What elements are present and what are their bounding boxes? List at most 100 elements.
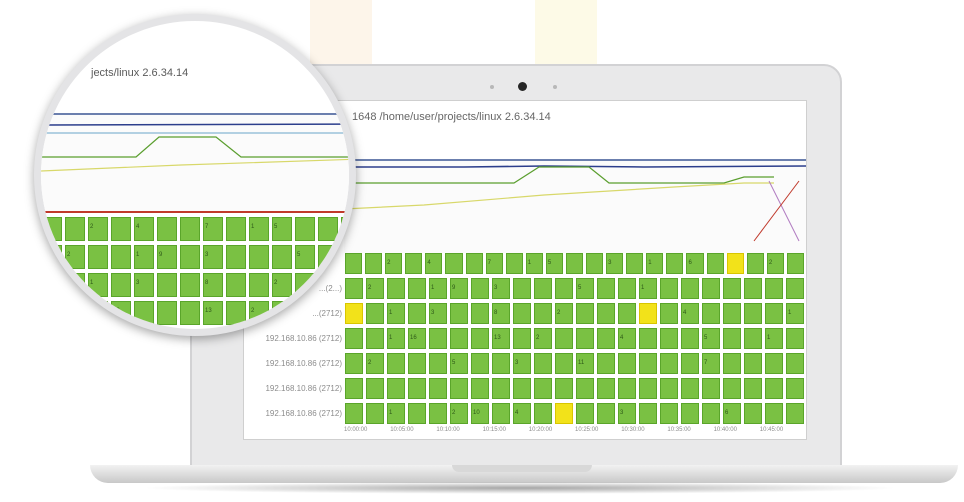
activity-bar[interactable]: [471, 378, 489, 399]
activity-bar[interactable]: [534, 403, 552, 424]
activity-bar[interactable]: [513, 328, 531, 349]
activity-bar[interactable]: [318, 245, 338, 269]
activity-bar[interactable]: [660, 278, 678, 299]
activity-bar[interactable]: [111, 245, 131, 269]
activity-bar[interactable]: [681, 403, 699, 424]
activity-bar[interactable]: [366, 378, 384, 399]
activity-bar[interactable]: 5: [545, 253, 563, 274]
activity-bar[interactable]: 16: [408, 328, 426, 349]
activity-bar[interactable]: [42, 329, 62, 336]
activity-bar[interactable]: [534, 303, 552, 324]
activity-bar[interactable]: [318, 301, 338, 325]
activity-bar[interactable]: 2: [88, 217, 108, 241]
activity-bar[interactable]: [534, 378, 552, 399]
activity-bar[interactable]: [681, 328, 699, 349]
activity-bar[interactable]: [597, 328, 615, 349]
activity-bar[interactable]: [765, 403, 783, 424]
activity-bar[interactable]: [65, 217, 85, 241]
activity-bar[interactable]: [318, 217, 338, 241]
activity-bar[interactable]: [786, 403, 804, 424]
activity-bar[interactable]: [450, 328, 468, 349]
activity-bar[interactable]: [597, 303, 615, 324]
activity-bar[interactable]: [555, 278, 573, 299]
activity-bar[interactable]: [42, 245, 62, 269]
activity-bar[interactable]: [345, 403, 363, 424]
activity-bar[interactable]: [180, 217, 200, 241]
activity-bar[interactable]: [408, 353, 426, 374]
activity-bar[interactable]: [180, 245, 200, 269]
activity-bar[interactable]: [429, 378, 447, 399]
activity-bar[interactable]: [387, 353, 405, 374]
activity-bar[interactable]: [226, 273, 246, 297]
activity-bar[interactable]: [295, 301, 315, 325]
activity-bar[interactable]: 7: [485, 253, 503, 274]
activity-bar[interactable]: [471, 278, 489, 299]
activity-bar[interactable]: [111, 329, 131, 336]
activity-bar[interactable]: [180, 301, 200, 325]
activity-bar[interactable]: [345, 378, 363, 399]
activity-bar[interactable]: [249, 245, 269, 269]
activity-bar[interactable]: [744, 328, 762, 349]
activity-bar[interactable]: 4: [618, 328, 636, 349]
activity-bar[interactable]: [576, 303, 594, 324]
activity-bar[interactable]: [660, 378, 678, 399]
activity-bar[interactable]: [639, 328, 657, 349]
activity-bar[interactable]: 2: [65, 329, 85, 336]
activity-bar[interactable]: [618, 353, 636, 374]
activity-bar[interactable]: [445, 253, 463, 274]
activity-bar[interactable]: 2: [272, 273, 292, 297]
activity-bar[interactable]: [660, 353, 678, 374]
activity-bar[interactable]: [492, 378, 510, 399]
activity-bar[interactable]: 3: [203, 245, 223, 269]
activity-bar[interactable]: [429, 403, 447, 424]
activity-bar[interactable]: [65, 273, 85, 297]
activity-bar[interactable]: 1: [249, 217, 269, 241]
activity-bar[interactable]: [450, 378, 468, 399]
activity-bar[interactable]: [744, 303, 762, 324]
activity-bar[interactable]: [111, 273, 131, 297]
activity-bar[interactable]: [534, 353, 552, 374]
activity-bar[interactable]: [744, 353, 762, 374]
activity-bar[interactable]: [157, 273, 177, 297]
activity-bar[interactable]: [111, 217, 131, 241]
activity-bar[interactable]: [765, 353, 783, 374]
activity-bar[interactable]: [226, 245, 246, 269]
activity-bar[interactable]: 5: [576, 278, 594, 299]
activity-bar[interactable]: 8: [492, 303, 510, 324]
activity-bar[interactable]: 1: [525, 253, 543, 274]
activity-bar[interactable]: [639, 403, 657, 424]
activity-bar[interactable]: 16: [111, 301, 131, 325]
activity-bar[interactable]: [295, 217, 315, 241]
activity-bar[interactable]: 3: [513, 353, 531, 374]
activity-bar[interactable]: 5: [295, 245, 315, 269]
activity-bar[interactable]: [534, 278, 552, 299]
activity-bar[interactable]: 1: [765, 328, 783, 349]
activity-bar[interactable]: [272, 301, 292, 325]
activity-bar[interactable]: [366, 303, 384, 324]
activity-bar[interactable]: [88, 245, 108, 269]
activity-bar[interactable]: [702, 378, 720, 399]
activity-bar[interactable]: [681, 278, 699, 299]
activity-bar[interactable]: 4: [134, 217, 154, 241]
activity-bar[interactable]: 2: [366, 278, 384, 299]
activity-bar[interactable]: [345, 353, 363, 374]
activity-bar[interactable]: 4: [681, 303, 699, 324]
activity-bar[interactable]: 3: [606, 253, 624, 274]
activity-bar[interactable]: [576, 378, 594, 399]
activity-bar[interactable]: 6: [723, 403, 741, 424]
activity-bar[interactable]: [660, 303, 678, 324]
activity-bar[interactable]: 5: [450, 353, 468, 374]
highlight-bar[interactable]: [42, 273, 62, 297]
activity-bar[interactable]: [513, 303, 531, 324]
activity-bar[interactable]: [786, 328, 804, 349]
activity-bar[interactable]: [576, 403, 594, 424]
activity-bar[interactable]: 2: [555, 303, 573, 324]
activity-bar[interactable]: 7: [702, 353, 720, 374]
activity-bar[interactable]: 1: [646, 253, 664, 274]
activity-bar[interactable]: [42, 301, 62, 325]
activity-bar[interactable]: [505, 253, 523, 274]
activity-bar[interactable]: [408, 303, 426, 324]
activity-bar[interactable]: [639, 353, 657, 374]
activity-bar[interactable]: [226, 217, 246, 241]
activity-bar[interactable]: 1: [387, 303, 405, 324]
